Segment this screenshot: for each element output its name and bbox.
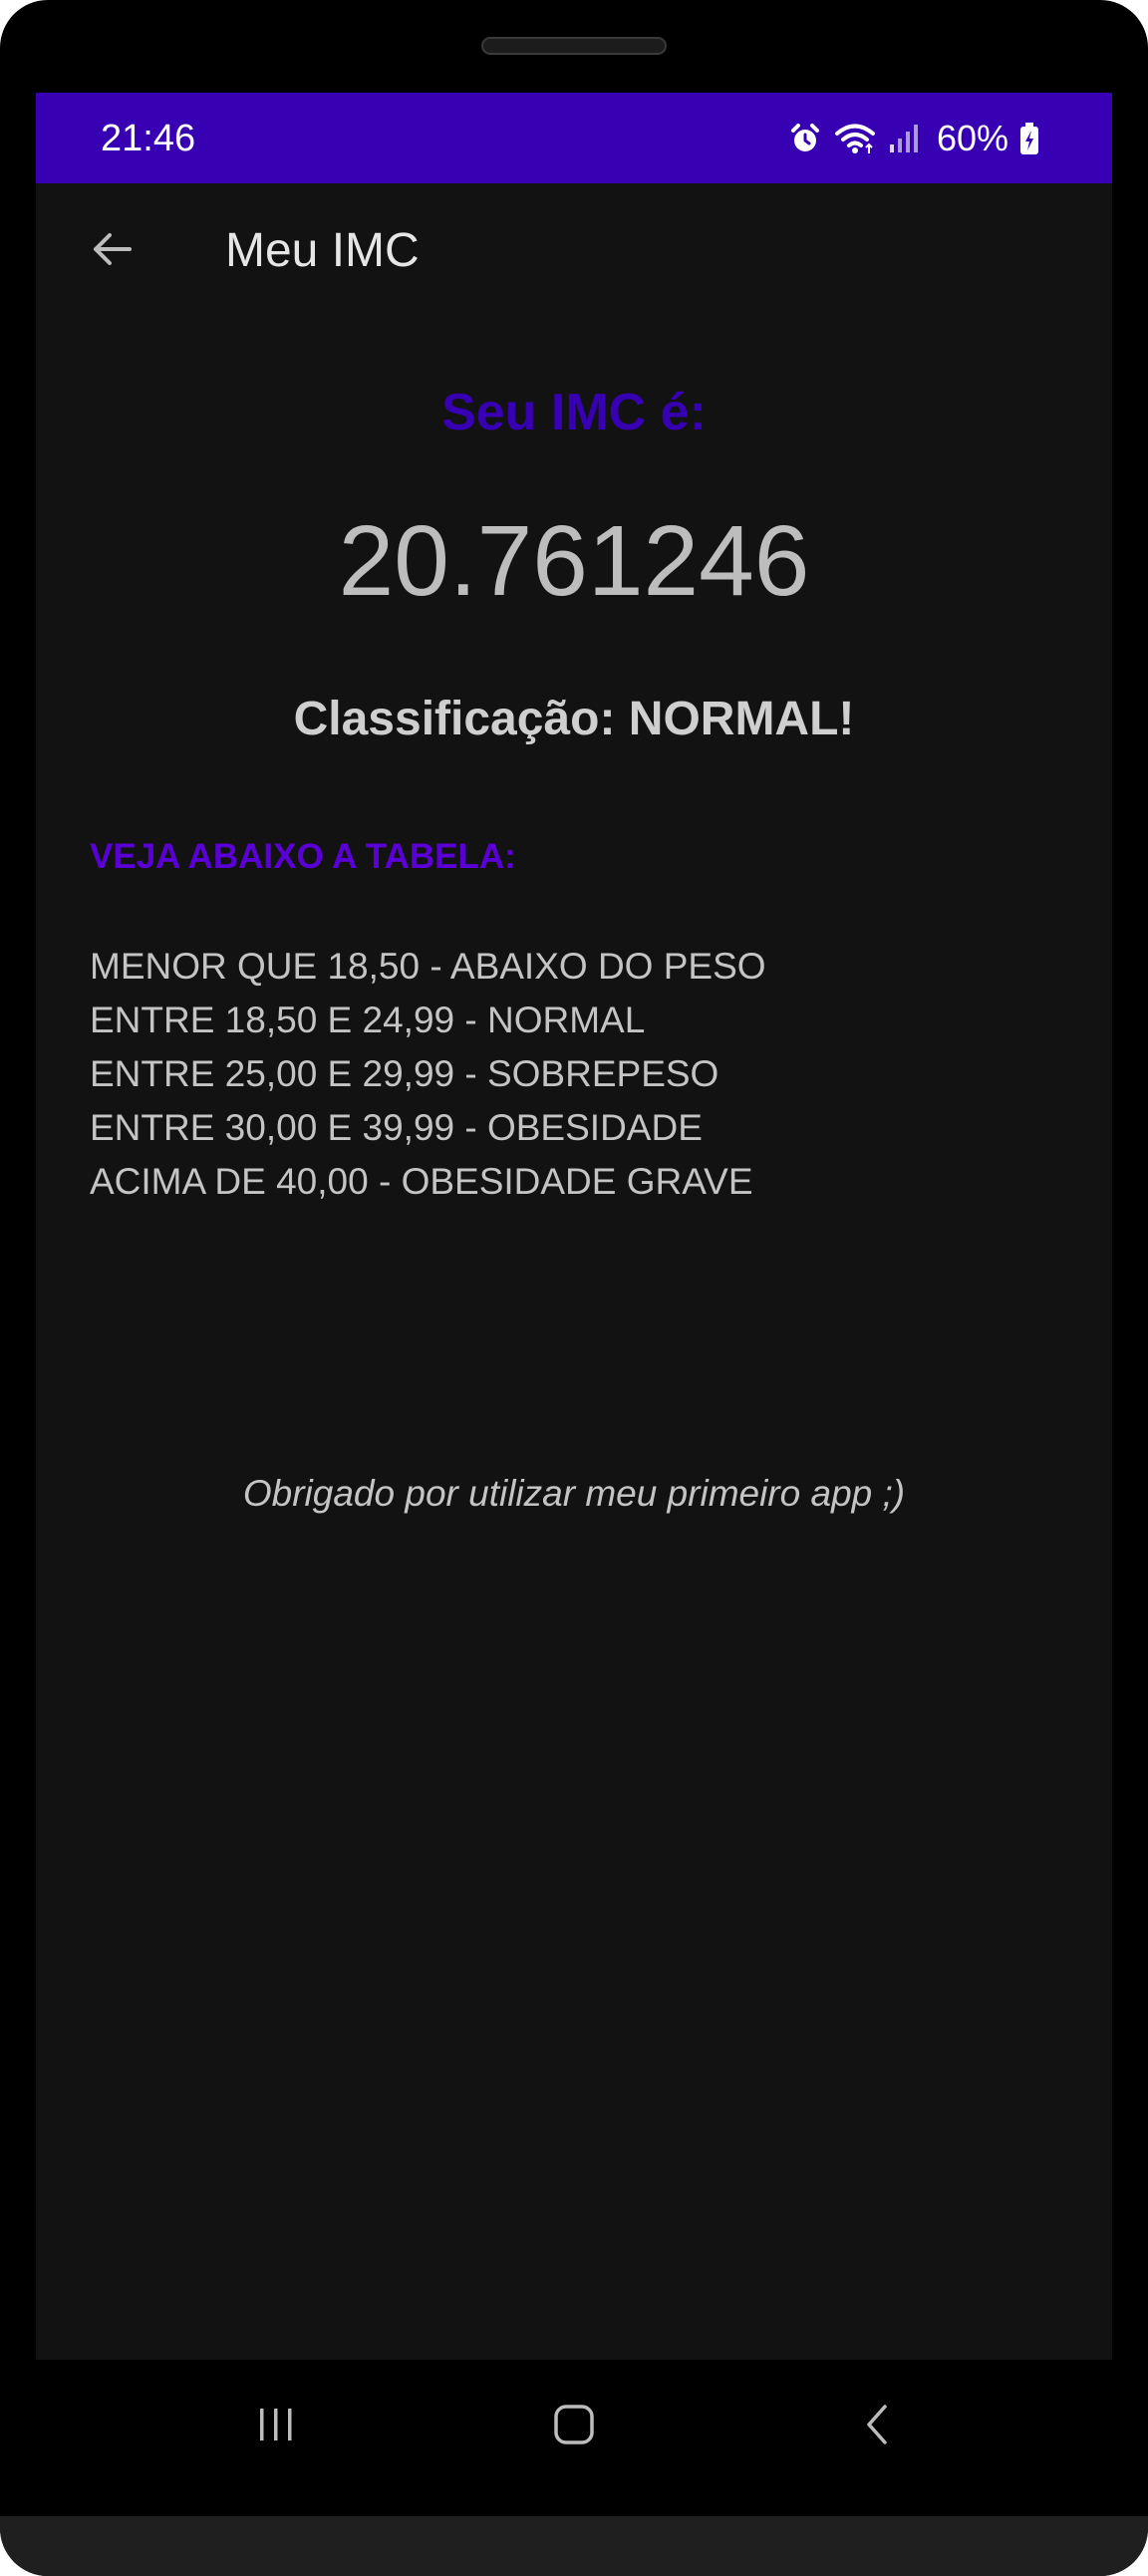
- table-row: MENOR QUE 18,50 - ABAIXO DO PESO: [90, 946, 766, 987]
- status-icons: 60%: [787, 115, 1040, 162]
- table-row: ENTRE 30,00 E 39,99 - OBESIDADE: [90, 1107, 703, 1148]
- app-bar: Meu IMC: [36, 183, 1112, 317]
- arrow-back-icon: [94, 233, 132, 265]
- recents-icon: [260, 2409, 292, 2440]
- home-icon: [554, 2405, 594, 2444]
- status-time: 21:46: [101, 118, 196, 159]
- table-heading: VEJA ABAIXO A TABELA:: [90, 837, 516, 876]
- result-label: Seu IMC é:: [441, 384, 707, 441]
- battery-percent: 60%: [936, 118, 1008, 158]
- bottom-bezel: [0, 2516, 1148, 2576]
- wifi-icon: [833, 121, 877, 156]
- alarm-icon: [787, 121, 823, 156]
- earpiece-speaker: [481, 37, 667, 55]
- battery-charging-icon: [1018, 121, 1040, 156]
- thanks-message: Obrigado por utilizar meu primeiro app ;…: [242, 1473, 906, 1514]
- table-row: ENTRE 18,50 E 24,99 - NORMAL: [90, 1000, 646, 1040]
- back-icon: [867, 2405, 887, 2444]
- status-bar: 21:46 60%: [36, 93, 1112, 183]
- table-row: ACIMA DE 40,00 - OBESIDADE GRAVE: [90, 1161, 753, 1202]
- home-button[interactable]: [539, 2390, 609, 2459]
- bmi-table: MENOR QUE 18,50 - ABAIXO DO PESO ENTRE 1…: [90, 940, 766, 1209]
- classification-text: Classificação: NORMAL!: [293, 693, 855, 745]
- back-button[interactable]: [80, 217, 144, 281]
- cell-signal-icon: [887, 121, 921, 156]
- app-screen: 21:46 60% Meu IMC Seu IMC é: 20.761246 C…: [36, 93, 1112, 2360]
- table-row: ENTRE 25,00 E 29,99 - SOBREPESO: [90, 1053, 719, 1094]
- recents-button[interactable]: [241, 2390, 311, 2459]
- page-title: Meu IMC: [225, 224, 420, 277]
- bmi-value: 20.761246: [338, 505, 810, 617]
- system-navigation-bar: [36, 2360, 1112, 2489]
- phone-frame: 21:46 60% Meu IMC Seu IMC é: 20.761246 C…: [0, 0, 1148, 2576]
- system-back-button[interactable]: [844, 2390, 914, 2459]
